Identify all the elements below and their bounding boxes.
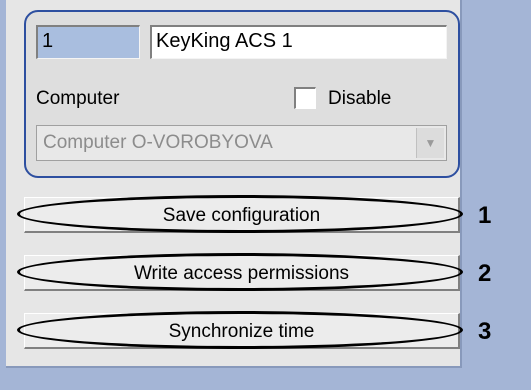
callout-number-1: 1 [478, 202, 492, 229]
save-configuration-label: Save configuration [162, 205, 321, 226]
callout-number-2: 2 [478, 260, 492, 287]
device-settings-group: 1 KeyKing ACS 1 Computer Disable Compute… [24, 10, 460, 178]
synchronize-time-label: Synchronize time [168, 321, 315, 342]
write-access-permissions-label: Write access permissions [133, 263, 350, 284]
name-field[interactable]: KeyKing ACS 1 [150, 25, 447, 59]
computer-select[interactable]: Computer O-VOROBYOVA ▼ [36, 125, 447, 161]
disable-checkbox[interactable] [294, 87, 316, 109]
save-configuration-button[interactable]: Save configuration [17, 195, 463, 233]
computer-label: Computer [36, 88, 120, 109]
chevron-down-icon[interactable]: ▼ [416, 128, 444, 158]
write-access-permissions-button[interactable]: Write access permissions [17, 253, 463, 291]
id-field[interactable]: 1 [36, 25, 140, 59]
synchronize-time-button[interactable]: Synchronize time [17, 311, 463, 349]
settings-panel: 1 KeyKing ACS 1 Computer Disable Compute… [6, 0, 463, 368]
callout-number-3: 3 [478, 318, 492, 345]
computer-select-value: Computer O-VOROBYOVA [43, 132, 273, 153]
disable-label: Disable [328, 88, 392, 109]
